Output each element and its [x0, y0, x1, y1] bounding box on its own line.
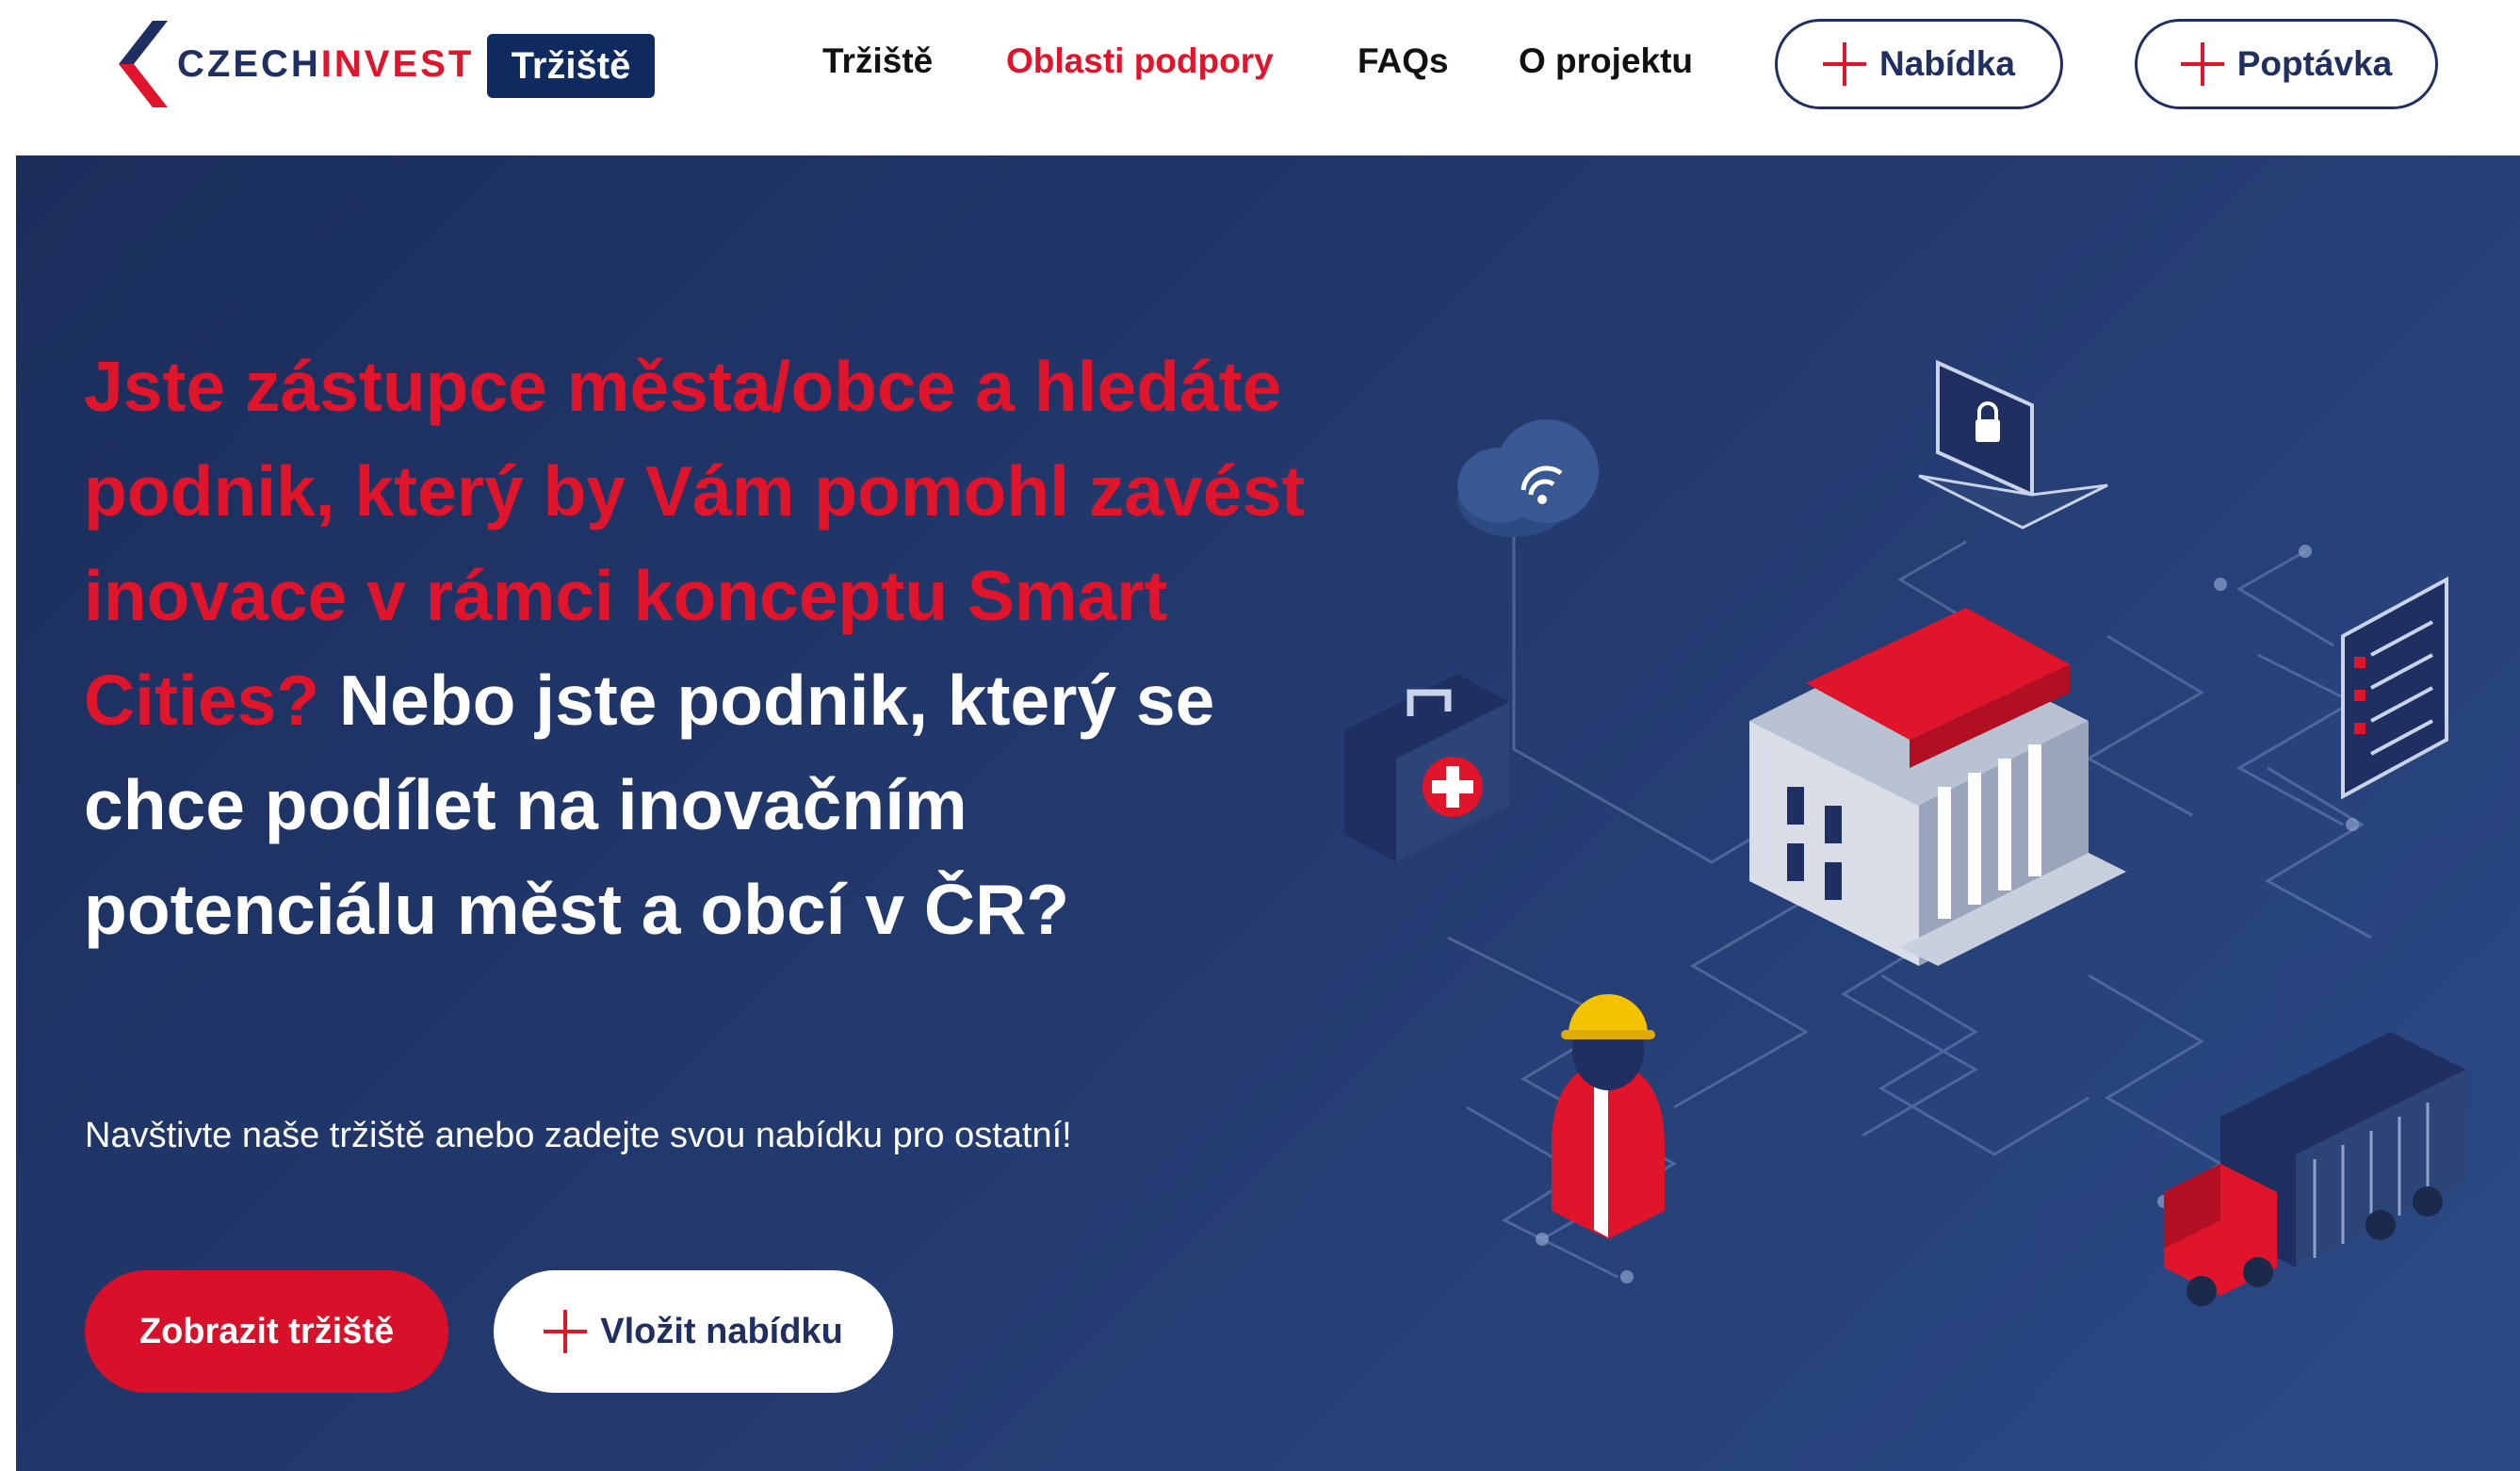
laptop-lock-icon	[1918, 359, 2108, 530]
hero-section: Jste zástupce města/obce a hledáte podni…	[16, 155, 2520, 1471]
smart-city-illustration	[1344, 359, 2465, 1306]
insert-offer-button[interactable]: Vložit nabídku	[494, 1270, 893, 1393]
plus-icon	[1823, 42, 1867, 86]
construction-worker-icon	[1552, 994, 1665, 1239]
nav-oblasti-podpory[interactable]: Oblasti podpory	[1006, 38, 1274, 85]
add-demand-button[interactable]: Poptávka	[2135, 19, 2438, 109]
trziste-badge[interactable]: Tržiště	[487, 34, 655, 98]
site-header: CZECH INVEST Tržiště Tržiště Oblasti pod…	[0, 0, 2520, 155]
logo-invest: INVEST	[320, 42, 475, 85]
medical-case-icon	[1344, 674, 1509, 862]
plus-icon	[2180, 42, 2224, 86]
show-marketplace-button[interactable]: Zobrazit tržiště	[85, 1270, 448, 1393]
hero-headline: Jste zástupce města/obce a hledáte podni…	[84, 335, 1309, 962]
czechinvest-logo-mark-icon	[119, 21, 168, 107]
insert-offer-label: Vložit nabídku	[600, 1311, 843, 1351]
logo-czech: CZECH	[177, 42, 321, 85]
checklist-icon	[2341, 576, 2448, 800]
nav-trziste[interactable]: Tržiště	[822, 38, 933, 85]
add-offer-button[interactable]: Nabídka	[1775, 19, 2063, 109]
czechinvest-logo[interactable]: CZECH INVEST	[119, 21, 474, 107]
nav-o-projektu[interactable]: O projektu	[1519, 38, 1693, 85]
truck-icon	[2164, 1032, 2465, 1306]
add-demand-label: Poptávka	[2236, 44, 2393, 83]
plus-icon	[544, 1310, 588, 1353]
add-offer-label: Nabídka	[1879, 44, 2015, 83]
logo-wordmark: CZECH INVEST	[177, 43, 474, 86]
city-hall-icon	[1749, 608, 2126, 966]
hero-subtitle: Navštivte naše tržiště anebo zadejte svo…	[85, 1116, 1072, 1155]
cloud-wifi-icon	[1457, 419, 1599, 537]
nav-faqs[interactable]: FAQs	[1358, 38, 1449, 85]
